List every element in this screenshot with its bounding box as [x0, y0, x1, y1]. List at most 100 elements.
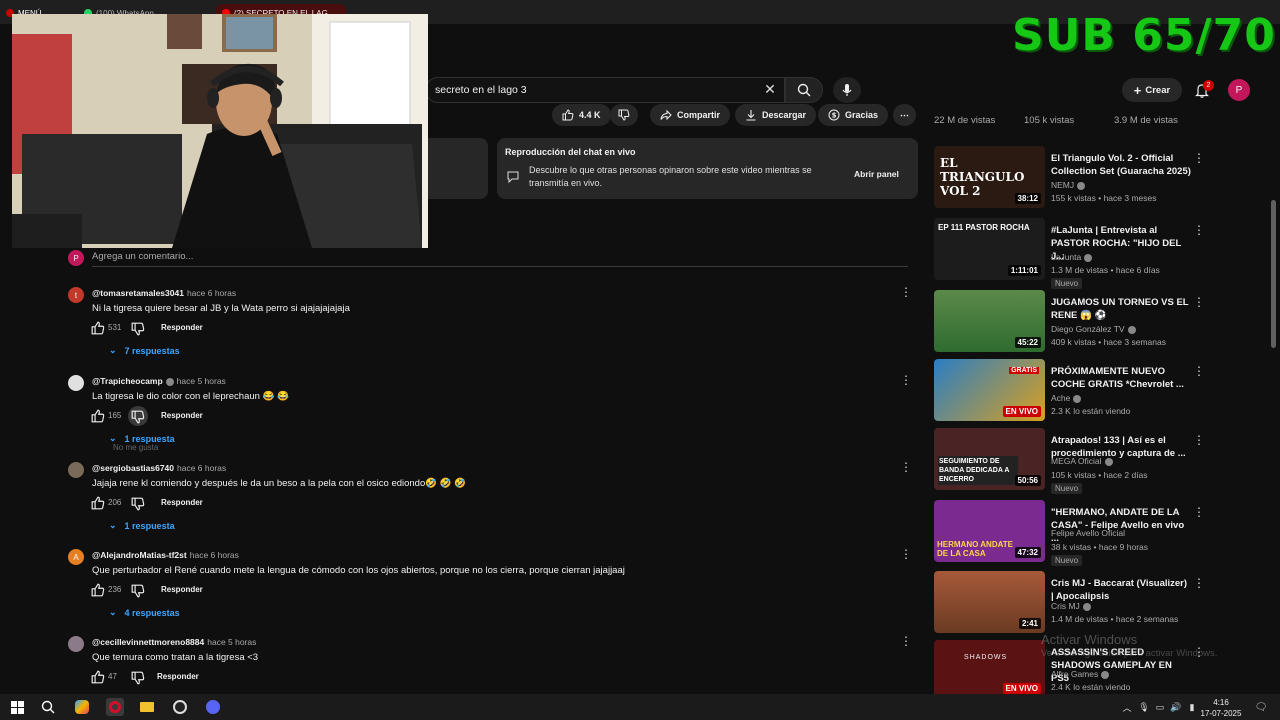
open-chat-panel-button[interactable]: Abrir panel: [854, 169, 899, 179]
comment-menu-icon[interactable]: ⋮: [900, 461, 912, 473]
video-thumbnail[interactable]: EL TRIANGULO VOL 2 38:12: [934, 146, 1045, 208]
comment-reply-button[interactable]: Responder: [161, 411, 203, 420]
comment-menu-icon[interactable]: ⋮: [900, 374, 912, 386]
comment-author[interactable]: @tomasretamales3041 hace 6 horas: [92, 288, 236, 298]
recommended-video[interactable]: EL TRIANGULO VOL 2 38:12 El Triangulo Vo…: [934, 146, 1205, 210]
comment-author[interactable]: @AlejandroMatias-tf2st hace 6 horas: [92, 550, 239, 560]
thanks-button[interactable]: $ Gracias: [818, 104, 889, 126]
search-input[interactable]: secreto en el lago 3: [425, 77, 785, 103]
comment-reply-button[interactable]: Responder: [161, 323, 203, 332]
video-thumbnail[interactable]: 2:41: [934, 571, 1045, 633]
notification-center-icon[interactable]: 🗨: [1252, 698, 1270, 716]
video-menu-icon[interactable]: ⋮: [1193, 224, 1205, 236]
comment-reply-button[interactable]: Responder: [161, 585, 203, 594]
comment-author[interactable]: @cecillevinnettmoreno8884 hace 5 horas: [92, 637, 256, 647]
comment-like-icon[interactable]: [91, 409, 105, 423]
voice-search-button[interactable]: [833, 77, 861, 103]
comment-dislike-icon[interactable]: [131, 584, 145, 598]
video-thumbnail[interactable]: GRATIS EN VIVO: [934, 359, 1045, 421]
recommended-video[interactable]: EP 111 PASTOR ROCHA 1:11:01 #LaJunta | E…: [934, 218, 1205, 289]
comment-like-icon[interactable]: [91, 583, 105, 597]
comment-dislike-icon[interactable]: [131, 671, 145, 685]
comment-dislike-icon[interactable]: [131, 497, 145, 511]
comment-reply-button[interactable]: Responder: [161, 498, 203, 507]
dislike-button[interactable]: [610, 104, 638, 126]
comment-dislike-icon[interactable]: [131, 410, 145, 424]
video-channel[interactable]: MEGA Oficial: [1051, 456, 1113, 466]
account-avatar[interactable]: P: [1228, 79, 1250, 101]
view-replies-button[interactable]: ⌄ 7 respuestas: [109, 345, 180, 356]
tray-chevron-icon[interactable]: ︿: [1118, 698, 1136, 716]
comment-avatar[interactable]: A: [68, 549, 84, 565]
comment-like-icon[interactable]: [91, 496, 105, 510]
video-thumbnail[interactable]: EP 111 PASTOR ROCHA 1:11:01: [934, 218, 1045, 280]
description-card[interactable]: [428, 138, 488, 199]
comment-author[interactable]: @Trapicheocamp hace 5 horas: [92, 376, 226, 386]
video-channel[interactable]: Diego González TV: [1051, 324, 1136, 334]
comment-like-icon[interactable]: [91, 321, 105, 335]
video-thumbnail[interactable]: SEGUIMIENTO DE BANDA DEDICADA A ENCERRO …: [934, 428, 1045, 490]
video-title[interactable]: JUGAMOS UN TORNEO VS EL RENE 😱 ⚽: [1051, 296, 1191, 322]
comment-reply-button[interactable]: Responder: [157, 672, 199, 681]
comment-dislike-icon[interactable]: [131, 322, 145, 336]
channel-name: Cris MJ: [1051, 601, 1080, 611]
comment-menu-icon[interactable]: ⋮: [900, 635, 912, 647]
obs-icon[interactable]: [171, 698, 189, 716]
video-title[interactable]: El Triangulo Vol. 2 - Official Collectio…: [1051, 152, 1191, 178]
live-badge: EN VIVO: [1002, 683, 1041, 694]
download-button[interactable]: Descargar: [735, 104, 817, 126]
create-button[interactable]: + Crear: [1122, 78, 1182, 102]
recommended-video[interactable]: GRATIS EN VIVO PRÓXIMAMENTE NUEVO COCHE …: [934, 359, 1205, 423]
tray-battery-icon[interactable]: ▮: [1183, 698, 1201, 716]
comment-text: Ni la tigresa quiere besar al JB y la Wa…: [92, 303, 350, 314]
taskbar-search-icon[interactable]: [39, 698, 57, 716]
video-channel[interactable]: Felipe Avello Oficial: [1051, 528, 1125, 538]
video-menu-icon[interactable]: ⋮: [1193, 506, 1205, 518]
video-menu-icon[interactable]: ⋮: [1193, 434, 1205, 446]
like-button[interactable]: 4.4 K: [552, 104, 611, 126]
video-menu-icon[interactable]: ⋮: [1193, 577, 1205, 589]
page-scrollbar[interactable]: [1271, 200, 1276, 348]
taskbar-clock[interactable]: 4:16 17-07-2025: [1200, 697, 1242, 719]
windows-start-icon[interactable]: [8, 698, 26, 716]
video-thumbnail[interactable]: SHADOWS EN VIVO: [934, 640, 1045, 694]
video-channel[interactable]: Ache: [1051, 393, 1082, 403]
copilot-icon[interactable]: [73, 698, 91, 716]
view-replies-button[interactable]: ⌄ 4 respuestas: [109, 607, 180, 618]
search-button[interactable]: [785, 77, 823, 103]
comment-avatar[interactable]: t: [68, 287, 84, 303]
file-explorer-icon[interactable]: [138, 698, 156, 716]
video-title[interactable]: "HERMANO, ANDATE DE LA CASA" - Felipe Av…: [1051, 506, 1191, 545]
video-title[interactable]: Cris MJ - Baccarat (Visualizer) | Apocal…: [1051, 577, 1191, 603]
recommended-video[interactable]: 2:41 Cris MJ - Baccarat (Visualizer) | A…: [934, 571, 1205, 635]
video-channel[interactable]: NEMJ: [1051, 180, 1086, 190]
video-meta: 1.4 M de vistas • hace 2 semanas: [1051, 614, 1179, 624]
video-menu-icon[interactable]: ⋮: [1193, 365, 1205, 377]
opera-icon[interactable]: [106, 698, 124, 716]
share-button[interactable]: Compartir: [650, 104, 731, 126]
video-thumbnail[interactable]: 45:22: [934, 290, 1045, 352]
video-thumbnail[interactable]: HERMANO ANDATE DE LA CASA 47:32: [934, 500, 1045, 562]
video-menu-icon[interactable]: ⋮: [1193, 296, 1205, 308]
view-replies-button[interactable]: ⌄ 1 respuesta: [109, 520, 175, 531]
more-icon: ⋯: [900, 109, 909, 120]
recommended-video[interactable]: HERMANO ANDATE DE LA CASA 47:32 "HERMANO…: [934, 500, 1205, 566]
recommended-video[interactable]: SEGUIMIENTO DE BANDA DEDICADA A ENCERRO …: [934, 428, 1205, 494]
comment-like-icon[interactable]: [91, 670, 105, 684]
video-title[interactable]: PRÓXIMAMENTE NUEVO COCHE GRATIS *Chevrol…: [1051, 365, 1191, 391]
discord-icon[interactable]: [204, 698, 222, 716]
video-channel[interactable]: Alfre Games: [1051, 669, 1110, 679]
add-comment-input[interactable]: Agrega un comentario...: [92, 251, 193, 262]
video-channel[interactable]: LaJunta: [1051, 252, 1093, 262]
video-channel[interactable]: Cris MJ: [1051, 601, 1091, 611]
comment-avatar[interactable]: [68, 636, 84, 652]
comment-menu-icon[interactable]: ⋮: [900, 286, 912, 298]
comment-avatar[interactable]: [68, 375, 84, 391]
comment-avatar[interactable]: [68, 462, 84, 478]
comment-menu-icon[interactable]: ⋮: [900, 548, 912, 560]
recommended-video[interactable]: 45:22 JUGAMOS UN TORNEO VS EL RENE 😱 ⚽ D…: [934, 290, 1205, 354]
more-actions-button[interactable]: ⋯: [893, 104, 916, 126]
comment-author[interactable]: @sergiobastias6740 hace 6 horas: [92, 463, 226, 473]
video-menu-icon[interactable]: ⋮: [1193, 152, 1205, 164]
clear-search-icon[interactable]: ✕: [760, 79, 780, 99]
